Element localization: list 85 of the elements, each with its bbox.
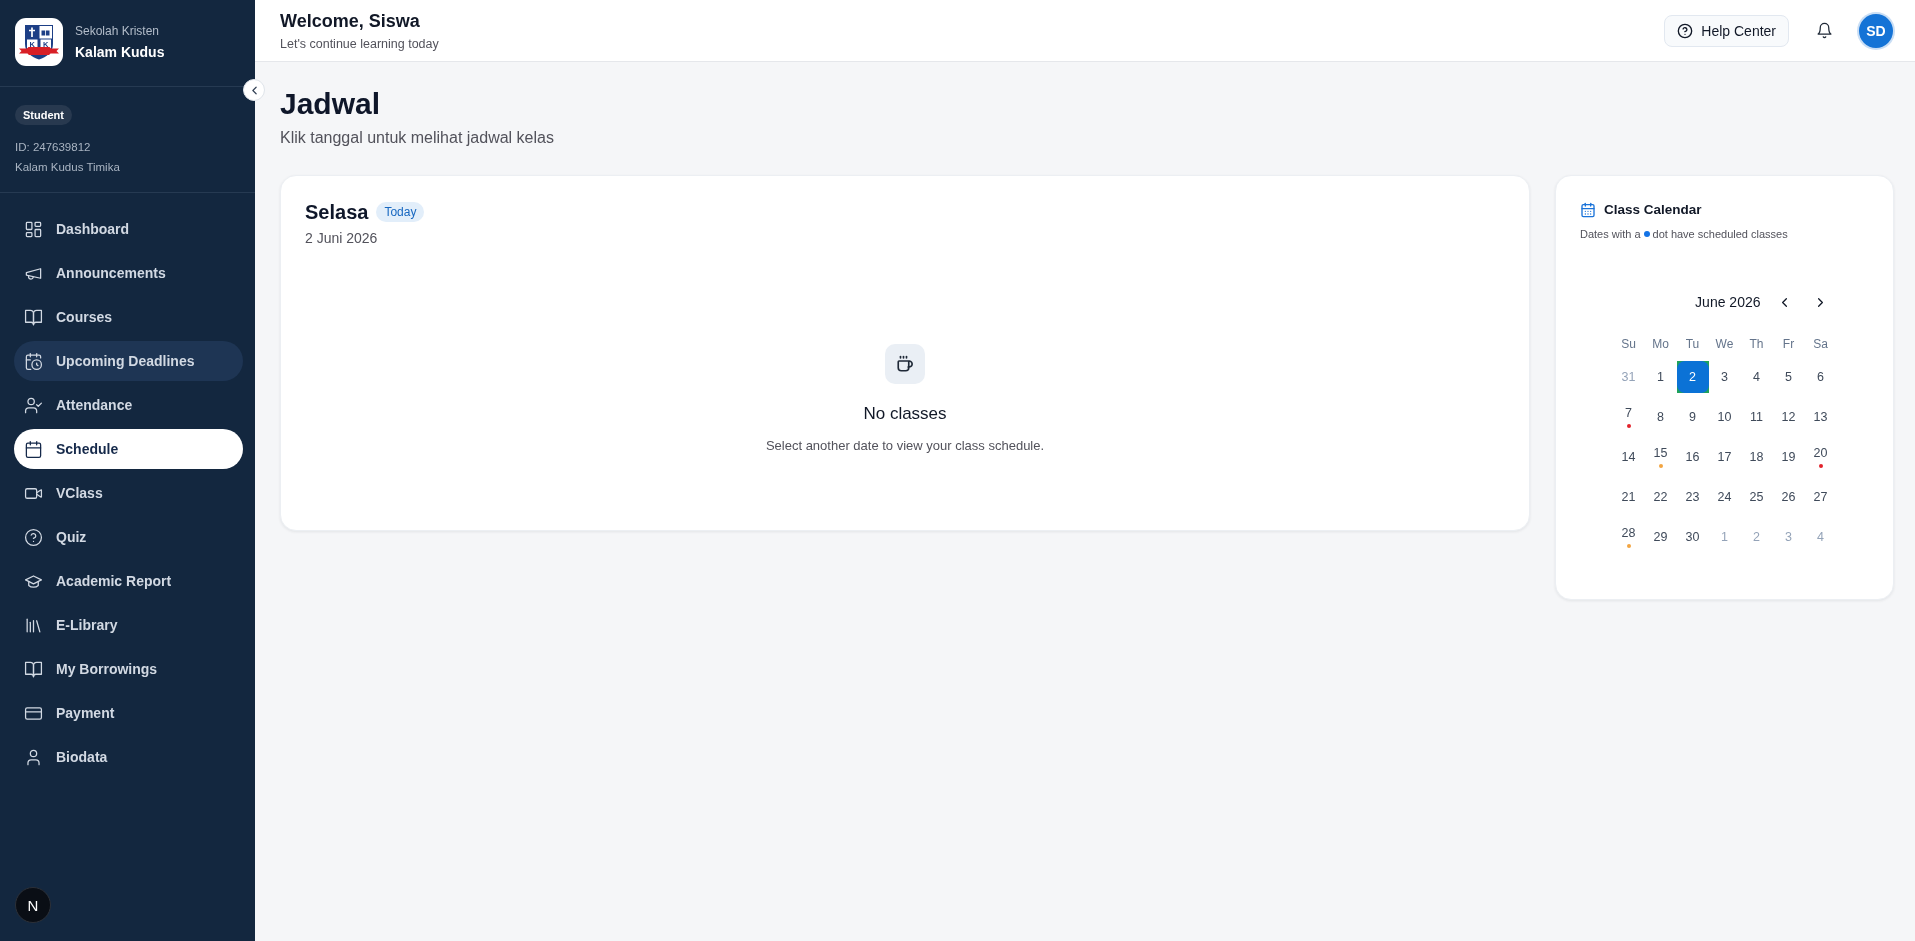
sidebar-item[interactable]: Academic Report — [14, 561, 243, 601]
date-cell[interactable]: 2 — [1676, 361, 1709, 393]
sidebar-item[interactable]: Upcoming Deadlines — [14, 341, 243, 381]
user-icon — [24, 747, 43, 767]
weekday-label: We — [1714, 336, 1735, 352]
user-check-icon — [24, 395, 43, 415]
empty-state-text: Select another date to view your class schedule. — [765, 437, 1045, 455]
sidebar-item[interactable]: VClass — [14, 473, 243, 513]
sidebar-item[interactable]: Courses — [14, 297, 243, 337]
date-cell[interactable]: 16 — [1676, 441, 1709, 473]
school-type-label: Sekolah Kristen — [75, 23, 161, 39]
date-cell[interactable]: 26 — [1772, 481, 1805, 513]
date-cell[interactable]: 24 — [1708, 481, 1741, 513]
welcome-title: Welcome, Siswa — [280, 9, 421, 32]
date-cell[interactable]: 6 — [1804, 361, 1837, 393]
calendar-hint: dot have scheduled classes — [1652, 227, 1788, 241]
date-label: 2 Juni 2026 — [305, 229, 379, 247]
date-cell[interactable]: 15 — [1644, 441, 1677, 473]
book-icon — [24, 307, 43, 327]
sidebar-item[interactable]: Biodata — [14, 737, 243, 777]
calendar-icon — [24, 439, 43, 459]
date-cell[interactable]: 7 — [1612, 401, 1645, 433]
today-tag: Today — [376, 202, 425, 222]
date-cell[interactable]: 18 — [1740, 441, 1773, 473]
calendar-title: Class Calendar — [1604, 201, 1702, 219]
day-title: Selasa — [305, 200, 369, 225]
help-center-button[interactable]: Help Center — [1664, 14, 1789, 47]
user-avatar[interactable]: SD — [1859, 13, 1893, 48]
date-cell[interactable]: 11 — [1740, 401, 1773, 433]
empty-state-title: No classes — [863, 403, 947, 425]
date-cell[interactable]: 23 — [1676, 481, 1709, 513]
campus-name: Kalam Kudus Timika — [15, 160, 121, 174]
role-tag: Student — [15, 105, 72, 125]
weekday-label: Su — [1620, 336, 1637, 352]
book-icon — [24, 659, 43, 679]
page-title: Jadwal — [280, 86, 382, 122]
page-subtitle: Klik tanggal untuk melihat jadwal kelas — [280, 128, 555, 148]
coffee-cup-icon — [885, 344, 925, 384]
sidebar-item[interactable]: My Borrowings — [14, 649, 243, 689]
calendar-icon — [1580, 202, 1596, 218]
date-cell[interactable]: 12 — [1772, 401, 1805, 433]
bell-icon — [1815, 22, 1833, 39]
date-cell[interactable]: 17 — [1708, 441, 1741, 473]
weekday-label: Fr — [1781, 336, 1796, 352]
date-cell[interactable]: 30 — [1676, 521, 1709, 553]
date-cell[interactable]: 29 — [1644, 521, 1677, 553]
date-cell[interactable]: 9 — [1676, 401, 1709, 433]
date-cell[interactable]: 5 — [1772, 361, 1805, 393]
date-cell[interactable]: 4 — [1740, 361, 1773, 393]
date-cell[interactable]: 20 — [1804, 441, 1837, 473]
date-cell[interactable]: 13 — [1804, 401, 1837, 433]
date-cell[interactable]: 19 — [1772, 441, 1805, 473]
sidebar-item[interactable]: Schedule — [14, 429, 243, 469]
weekday-label: Th — [1748, 336, 1765, 352]
sidebar-item[interactable]: Attendance — [14, 385, 243, 425]
help-icon — [24, 527, 43, 547]
dashboard-icon — [24, 219, 43, 239]
date-cell[interactable]: 10 — [1708, 401, 1741, 433]
student-id: ID: 247639812 — [15, 140, 92, 154]
calendar-clock-icon — [24, 351, 43, 371]
date-cell[interactable]: 22 — [1644, 481, 1677, 513]
sidebar-item[interactable]: Payment — [14, 693, 243, 733]
date-cell[interactable]: 1 — [1644, 361, 1677, 393]
sidebar-item[interactable]: Dashboard — [14, 209, 243, 249]
date-cell[interactable]: 25 — [1740, 481, 1773, 513]
sidebar-item[interactable]: Quiz — [14, 517, 243, 557]
school-name: Kalam Kudus — [75, 43, 165, 61]
help-icon — [1677, 22, 1694, 39]
sidebar-item[interactable]: E-Library — [14, 605, 243, 645]
date-cell[interactable]: 28 — [1612, 521, 1645, 553]
event-dot-icon — [1643, 231, 1650, 237]
welcome-subtitle: Let's continue learning today — [280, 35, 439, 52]
collapse-sidebar-button[interactable] — [243, 79, 265, 101]
date-cell[interactable]: 21 — [1612, 481, 1645, 513]
sidebar-item[interactable]: Announcements — [14, 253, 243, 293]
dev-indicator-button[interactable]: N — [15, 887, 51, 923]
date-cell[interactable]: 27 — [1804, 481, 1837, 513]
weekday-label: Tu — [1684, 336, 1701, 352]
weekday-label: Mo — [1651, 336, 1670, 352]
calendar-hint: Dates with a — [1580, 227, 1641, 241]
weekday-label: Sa — [1812, 336, 1829, 352]
date-cell[interactable]: 8 — [1644, 401, 1677, 433]
date-cell[interactable]: 3 — [1708, 361, 1741, 393]
month-label: June 2026 — [1695, 293, 1761, 312]
date-cell[interactable]: 14 — [1612, 441, 1645, 473]
